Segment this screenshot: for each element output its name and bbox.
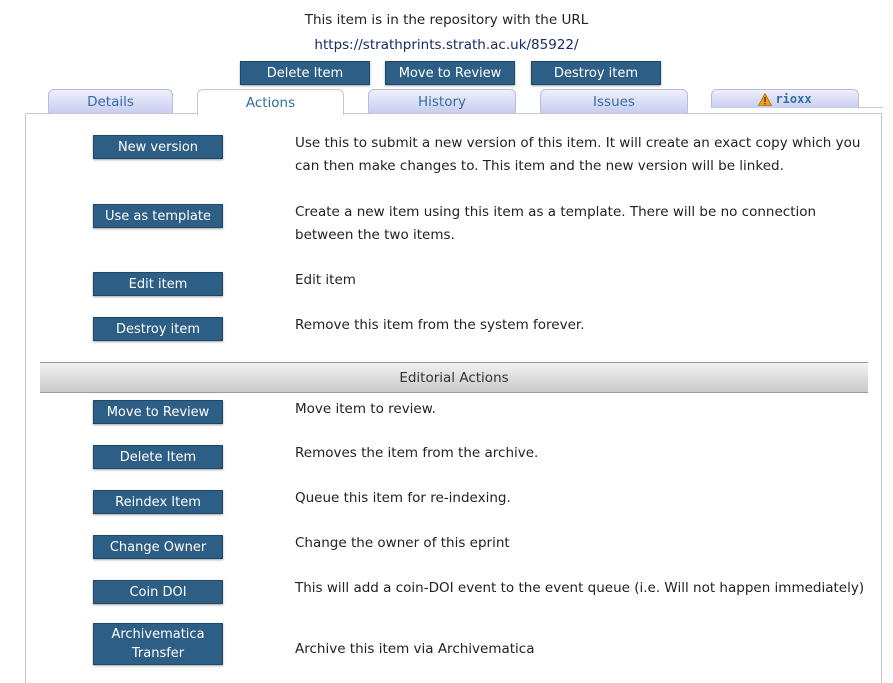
rioxx-label: rioxx (775, 92, 812, 106)
tab-issues[interactable]: Issues (540, 89, 688, 113)
editorial-actions-heading: Editorial Actions (40, 362, 868, 393)
reindex-item-button[interactable]: Reindex Item (93, 490, 223, 514)
repository-notice: This item is in the repository with the … (304, 12, 589, 28)
move-to-review-action-button[interactable]: Move to Review (93, 400, 223, 424)
use-as-template-description: Create a new item using this item as a t… (295, 204, 817, 243)
change-owner-description: Change the owner of this eprint (295, 535, 510, 551)
new-version-button[interactable]: New version (93, 135, 223, 159)
use-as-template-button[interactable]: Use as template (93, 204, 223, 228)
archivematica-transfer-description: Archive this item via Archivematica (295, 641, 535, 657)
new-version-description: Use this to submit a new version of this… (295, 135, 861, 174)
delete-item-description: Removes the item from the archive. (295, 445, 539, 461)
tab-strip-divider (859, 107, 883, 108)
move-to-review-button[interactable]: Move to Review (385, 61, 515, 85)
tab-actions[interactable]: Actions (197, 89, 344, 115)
tab-rioxx[interactable]: rioxx (711, 89, 859, 108)
archivematica-transfer-button[interactable]: Archivematica Transfer (93, 623, 223, 665)
reindex-item-description: Queue this item for re-indexing. (295, 490, 511, 506)
edit-item-button[interactable]: Edit item (93, 272, 223, 296)
destroy-item-description: Remove this item from the system forever… (295, 317, 585, 333)
tab-details[interactable]: Details (48, 89, 173, 113)
coin-doi-description: This will add a coin-DOI event to the ev… (295, 580, 865, 596)
warning-icon (758, 92, 773, 106)
delete-item-action-button[interactable]: Delete Item (93, 445, 223, 469)
move-to-review-description: Move item to review. (295, 401, 436, 417)
destroy-item-button[interactable]: Destroy item (531, 61, 661, 85)
destroy-item-action-button[interactable]: Destroy item (93, 317, 223, 341)
repository-url-link[interactable]: https://strathprints.strath.ac.uk/85922/ (0, 37, 893, 53)
tab-history[interactable]: History (368, 89, 516, 113)
coin-doi-button[interactable]: Coin DOI (93, 580, 223, 604)
delete-item-button[interactable]: Delete Item (240, 61, 370, 85)
change-owner-button[interactable]: Change Owner (93, 535, 223, 559)
edit-item-description: Edit item (295, 272, 356, 288)
